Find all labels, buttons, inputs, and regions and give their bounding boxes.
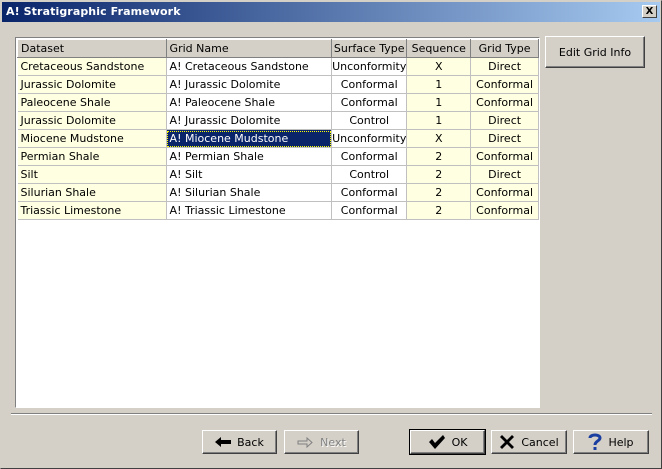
back-button[interactable]: Back [202,430,277,454]
cell-sequence[interactable]: 2 [406,201,472,220]
cell-grid-name[interactable]: A! Jurassic Dolomite [166,75,333,94]
arrow-right-icon [297,436,314,448]
table-row: Triassic Limestone A! Triassic Limestone… [17,201,539,220]
cell-grid-name[interactable]: A! Jurassic Dolomite [166,111,333,130]
cell-surface-type[interactable]: Unconformity [331,57,408,76]
cell-surface-type[interactable]: Conformal [331,75,408,94]
cell-sequence[interactable]: 1 [406,93,472,112]
cell-dataset[interactable]: Permian Shale [17,147,167,166]
ok-button[interactable]: OK [409,429,486,455]
cell-grid-type[interactable]: Conformal [470,75,539,94]
help-label: Help [608,435,634,449]
window-title: A! Stratigraphic Framework [6,5,181,18]
cell-grid-type[interactable]: Direct [470,111,539,130]
cell-grid-type[interactable]: Conformal [470,201,539,220]
next-button[interactable]: Next [284,430,359,454]
cell-grid-type[interactable]: Conformal [470,147,539,166]
table-row: Miocene Mudstone A! Miocene Mudstone Unc… [17,129,539,148]
table-row: Cretaceous Sandstone A! Cretaceous Sands… [17,57,539,76]
cell-dataset[interactable]: Paleocene Shale [17,93,167,112]
framework-grid[interactable]: Dataset Grid Name Surface Type Sequence … [15,37,540,408]
cell-surface-type[interactable]: Conformal [331,201,408,220]
table-row: Silt A! Silt Control 2 Direct [17,165,539,184]
cell-grid-name[interactable]: A! Permian Shale [166,147,333,166]
column-header-dataset[interactable]: Dataset [17,39,167,58]
table-row: Jurassic Dolomite A! Jurassic Dolomite C… [17,75,539,94]
edit-grid-info-label: Edit Grid Info [558,45,632,59]
cell-dataset[interactable]: Miocene Mudstone [17,129,167,148]
cell-grid-type[interactable]: Direct [470,129,539,148]
cell-surface-type[interactable]: Conformal [331,93,408,112]
table-header-row: Dataset Grid Name Surface Type Sequence … [17,39,539,58]
separator-highlight [11,414,652,415]
next-label: Next [320,435,346,449]
table-row: Jurassic Dolomite A! Jurassic Dolomite C… [17,111,539,130]
table-row: Paleocene Shale A! Paleocene Shale Confo… [17,93,539,112]
cell-surface-type[interactable]: Control [331,165,408,184]
cell-dataset[interactable]: Cretaceous Sandstone [17,57,167,76]
cell-sequence[interactable]: 2 [406,147,472,166]
cell-dataset[interactable]: Triassic Limestone [17,201,167,220]
cell-grid-type[interactable]: Conformal [470,93,539,112]
column-header-sequence[interactable]: Sequence [406,39,472,58]
ok-label: OK [451,435,468,449]
cell-surface-type[interactable]: Conformal [331,183,408,202]
cancel-button[interactable]: Cancel [491,430,567,454]
cell-dataset[interactable]: Silurian Shale [17,183,167,202]
cell-surface-type[interactable]: Conformal [331,147,408,166]
cell-grid-type[interactable]: Direct [470,165,539,184]
close-button[interactable]: X [642,5,657,18]
cell-grid-name[interactable]: A! Paleocene Shale [166,93,333,112]
table-row: Permian Shale A! Permian Shale Conformal… [17,147,539,166]
cell-grid-name[interactable]: A! Cretaceous Sandstone [166,57,333,76]
cell-sequence[interactable]: X [406,57,472,76]
cell-sequence[interactable]: X [406,129,472,148]
cell-grid-name[interactable]: A! Silurian Shale [166,183,333,202]
cell-sequence[interactable]: 2 [406,183,472,202]
table-row: Silurian Shale A! Silurian Shale Conform… [17,183,539,202]
title-bar[interactable]: A! Stratigraphic Framework X [2,2,660,22]
column-header-grid-name[interactable]: Grid Name [165,39,333,58]
cell-dataset[interactable]: Silt [17,165,167,184]
close-icon: X [645,6,654,17]
arrow-left-icon [215,437,232,447]
edit-grid-info-button[interactable]: Edit Grid Info [545,36,645,68]
column-header-surface-type[interactable]: Surface Type [331,39,408,58]
cell-grid-name-selected[interactable]: A! Miocene Mudstone [166,129,333,148]
back-label: Back [237,435,264,449]
cell-grid-type[interactable]: Direct [470,57,539,76]
cell-dataset[interactable]: Jurassic Dolomite [17,111,167,130]
checkmark-icon [428,434,446,450]
column-header-grid-type[interactable]: Grid Type [470,39,539,58]
cell-grid-name[interactable]: A! Triassic Limestone [166,201,333,220]
cell-sequence[interactable]: 2 [406,165,472,184]
x-icon [499,434,515,450]
cell-sequence[interactable]: 1 [406,75,472,94]
cell-surface-type[interactable]: Control [331,111,408,130]
cell-dataset[interactable]: Jurassic Dolomite [17,75,167,94]
cell-grid-type[interactable]: Conformal [470,183,539,202]
cell-grid-name[interactable]: A! Silt [166,165,333,184]
cell-sequence[interactable]: 1 [406,111,472,130]
framework-table: Dataset Grid Name Surface Type Sequence … [17,39,539,220]
question-icon [588,433,602,451]
dialog-window: A! Stratigraphic Framework X Dataset Gri… [0,0,662,469]
help-button[interactable]: Help [573,430,649,454]
cancel-label: Cancel [521,435,559,449]
cell-surface-type[interactable]: Unconformity [331,129,408,148]
